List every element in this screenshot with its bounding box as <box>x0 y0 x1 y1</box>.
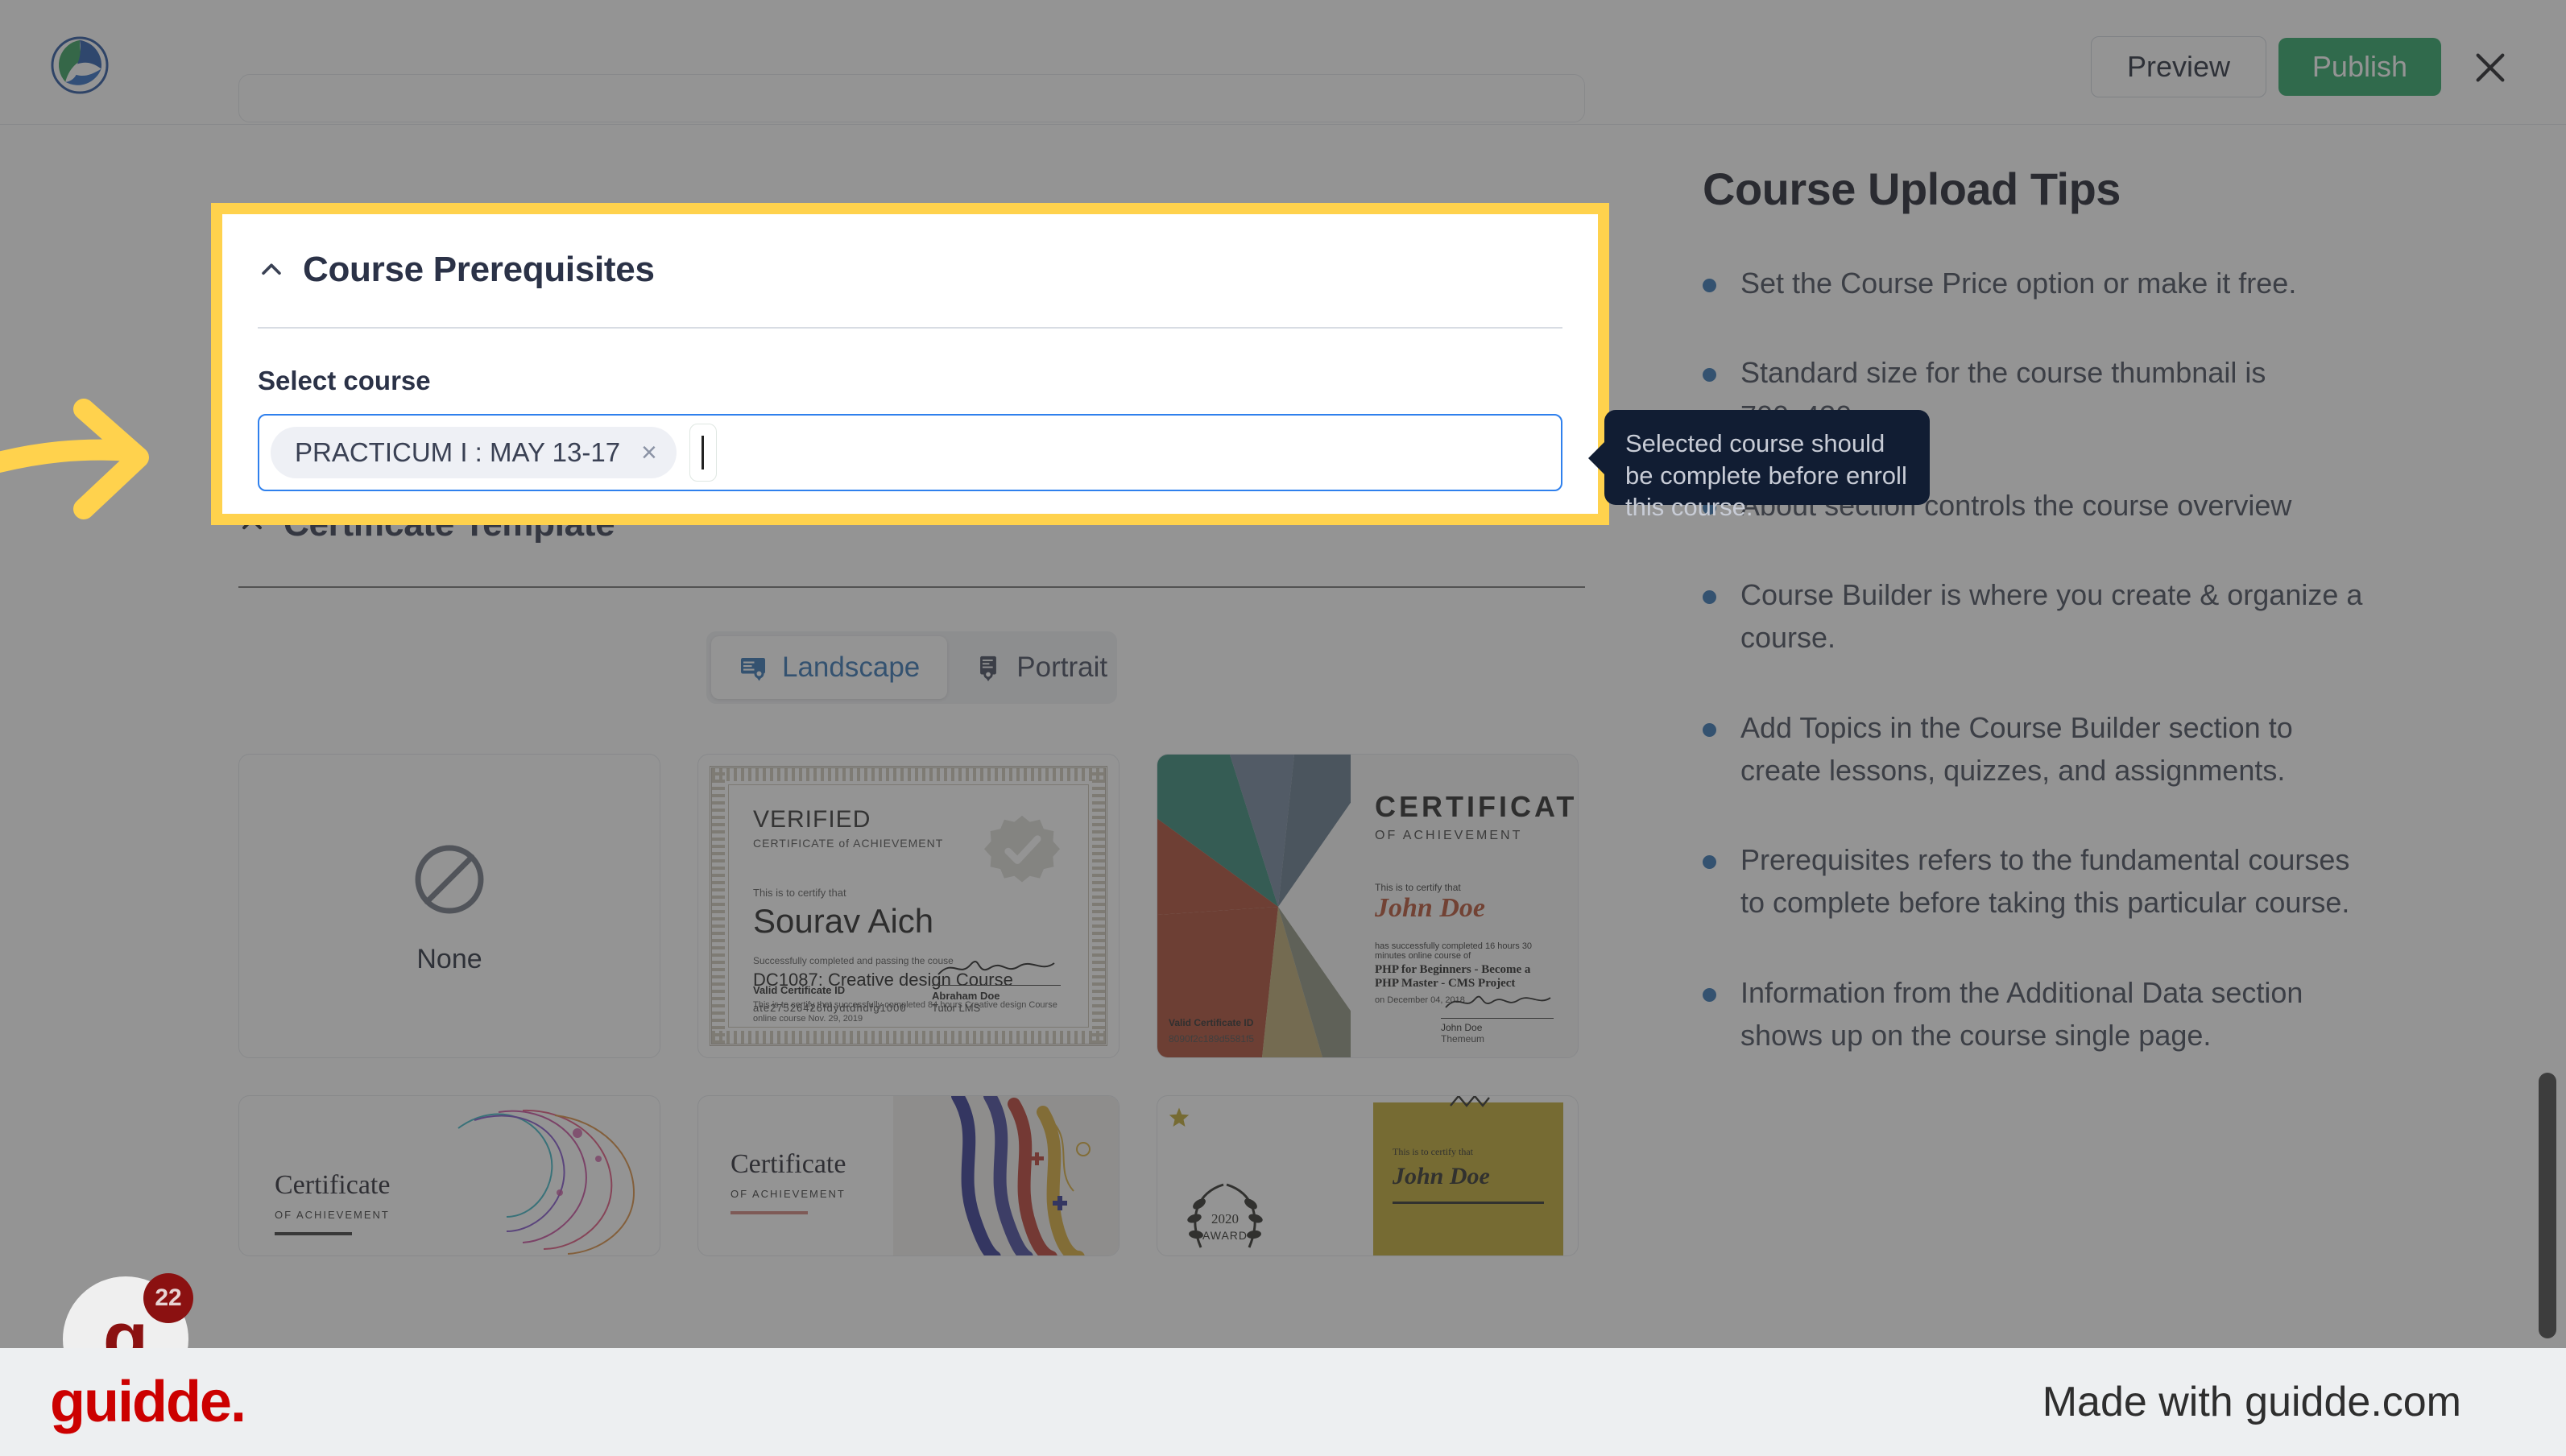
tooltip-arrow-icon <box>1588 441 1606 476</box>
tooltip-text: Selected course should be complete befor… <box>1625 429 1907 522</box>
selected-course-chip: PRACTICUM I : MAY 13-17 × <box>271 427 677 478</box>
selected-course-chip-label: PRACTICUM I : MAY 13-17 <box>295 437 621 467</box>
remove-chip-icon[interactable]: × <box>641 439 657 466</box>
made-with-guidde-label: Made with guidde.com <box>2042 1379 2461 1425</box>
select-course-input[interactable]: PRACTICUM I : MAY 13-17 × <box>258 414 1562 491</box>
highlight-spotlight: Course Prerequisites Select course PRACT… <box>211 203 1609 525</box>
guidde-logo: guidde. <box>50 1370 246 1434</box>
text-caret <box>702 436 705 469</box>
select-course-label: Select course <box>258 366 431 395</box>
course-prerequisites-title: Course Prerequisites <box>303 250 655 289</box>
course-prerequisites-header[interactable]: Course Prerequisites <box>222 214 1598 290</box>
screenshot-root: Preview Publish <box>0 0 2566 1456</box>
curved-right-arrow-icon <box>0 399 149 519</box>
text-cursor-slot <box>689 424 717 482</box>
guidde-footer: guidde. Made with guidde.com <box>0 1348 2566 1456</box>
guidde-step-count-badge: 22 <box>143 1273 193 1323</box>
course-prerequisites-highlighted: Course Prerequisites Select course PRACT… <box>222 214 1598 514</box>
tooltip: Selected course should be complete befor… <box>1588 410 1930 521</box>
chevron-up-icon <box>262 263 281 275</box>
